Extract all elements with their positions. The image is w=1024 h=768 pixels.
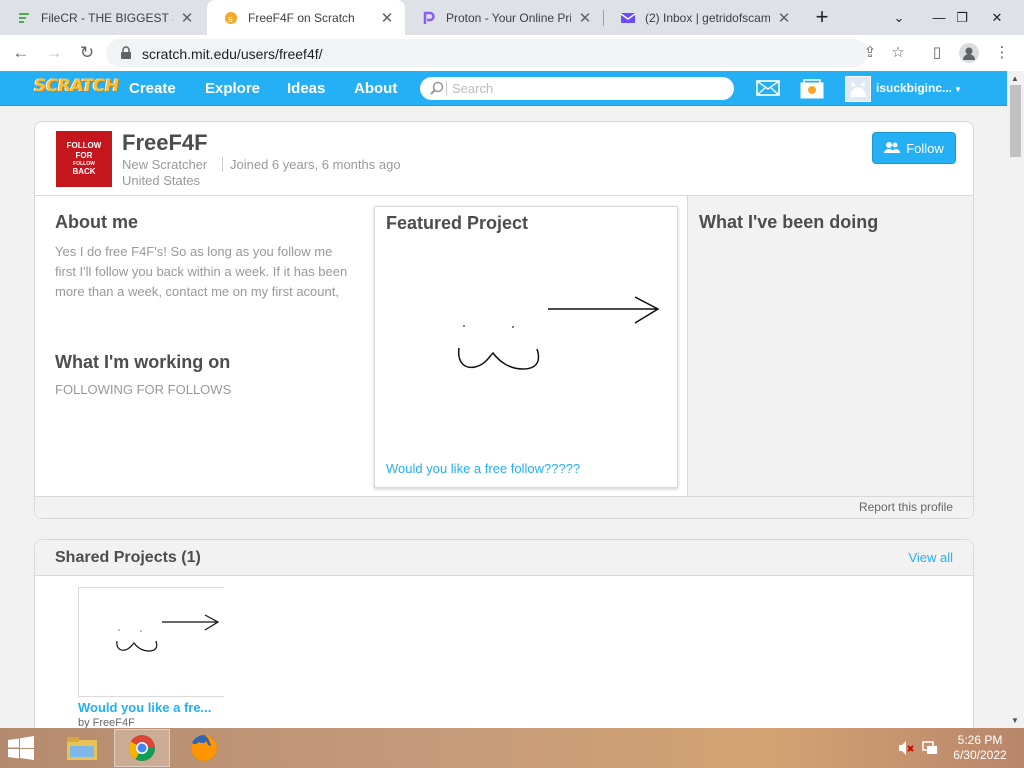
nav-about[interactable]: About <box>345 71 406 106</box>
scroll-down-icon[interactable]: ▼ <box>1011 716 1019 725</box>
report-profile-link[interactable]: Report this profile <box>859 500 953 514</box>
proton-icon <box>421 10 437 26</box>
scratch-logo[interactable]: SCRATCH <box>33 76 120 96</box>
username[interactable]: isuckbiginc... <box>876 71 952 106</box>
featured-project-link[interactable]: Would you like a free follow????? <box>386 461 580 476</box>
profile-icon[interactable] <box>957 41 981 65</box>
reload-button[interactable]: ↻ <box>75 41 99 65</box>
tab-title: FreeF4F on Scratch <box>248 10 355 25</box>
shared-projects-heading: Shared Projects (1) <box>55 549 201 566</box>
tab-freef4f[interactable]: ꞩ FreeF4F on Scratch ✕ <box>207 0 405 35</box>
profile-location: United States <box>122 173 201 188</box>
user-avatar[interactable] <box>845 76 871 102</box>
about-heading: About me <box>55 212 138 232</box>
working-on-text: FOLLOWING FOR FOLLOWS <box>55 382 232 397</box>
back-button[interactable]: ← <box>9 41 33 65</box>
search-separator <box>446 81 447 96</box>
nav-create[interactable]: Create <box>120 71 185 106</box>
file-explorer-icon[interactable] <box>54 729 110 767</box>
restore-button[interactable]: ❐ <box>945 0 979 35</box>
tab-title: Proton - Your Online Priv <box>446 10 571 25</box>
chevron-down-icon[interactable]: ▼ <box>954 85 962 94</box>
follow-label: Follow <box>906 140 944 156</box>
side-panel-icon[interactable]: ▯ <box>925 41 949 65</box>
project-title[interactable]: Would you like a fre... <box>78 700 211 715</box>
working-on-heading: What I'm working on <box>55 352 231 372</box>
my-stuff-icon[interactable] <box>800 79 824 99</box>
search-box <box>420 77 734 100</box>
tab-inbox[interactable]: (2) Inbox | getridofscamf ✕ <box>604 0 802 35</box>
about-section: About me Yes I do free F4F's! So as long… <box>55 212 355 302</box>
chrome-icon[interactable] <box>114 729 170 767</box>
project-author: by FreeF4F <box>78 717 135 728</box>
project-thumbnail[interactable] <box>78 587 224 697</box>
address-bar[interactable]: scratch.mit.edu/users/freef4f/ <box>106 39 868 67</box>
windows-taskbar: 5:26 PM 6/30/2022 <box>0 728 1024 768</box>
featured-heading: Featured Project <box>386 213 529 233</box>
clock-time: 5:26 PM <box>957 733 1003 747</box>
close-icon[interactable]: ✕ <box>577 9 593 27</box>
search-input[interactable] <box>452 79 722 98</box>
close-window-button[interactable]: ✕ <box>980 0 1014 35</box>
scrollbar-thumb[interactable] <box>1010 85 1021 157</box>
bookmark-star-icon[interactable]: ☆ <box>886 41 910 65</box>
view-all-link[interactable]: View all <box>908 550 953 565</box>
volume-muted-icon[interactable] <box>897 740 915 759</box>
shared-projects-header: Shared Projects (1) View all <box>35 540 973 576</box>
profile-username: FreeF4F <box>122 130 208 155</box>
avatar-text: FOR <box>75 151 93 160</box>
network-icon[interactable] <box>921 740 939 759</box>
close-icon[interactable]: ✕ <box>379 9 395 27</box>
profile-rank: New Scratcher <box>122 157 208 172</box>
start-button[interactable] <box>6 736 40 760</box>
working-on-section: What I'm working on FOLLOWING FOR FOLLOW… <box>55 352 231 400</box>
tab-title: (2) Inbox | getridofscamf <box>645 10 770 25</box>
firefox-icon[interactable] <box>176 729 232 767</box>
close-icon[interactable]: ✕ <box>179 9 195 27</box>
forward-button[interactable]: → <box>42 41 66 65</box>
mail-icon <box>620 10 636 26</box>
tab-title: FileCR - THE BIGGEST SO <box>41 10 173 25</box>
share-icon[interactable]: ⇪ <box>858 41 882 65</box>
url-text: scratch.mit.edu/users/freef4f/ <box>142 46 323 62</box>
tab-proton[interactable]: Proton - Your Online Priv ✕ <box>405 0 603 35</box>
scratch-navbar: SCRATCH Create Explore Ideas About isuck… <box>0 71 1007 106</box>
profile-header: FOLLOW FOR FOLLOW BACK FreeF4F New Scrat… <box>35 122 973 196</box>
about-text: Yes I do free F4F's! So as long as you f… <box>55 244 348 299</box>
nav-ideas[interactable]: Ideas <box>278 71 334 106</box>
messages-icon[interactable] <box>756 79 780 99</box>
close-icon[interactable]: ✕ <box>776 9 792 27</box>
nav-explore[interactable]: Explore <box>196 71 269 106</box>
filecr-icon <box>16 10 32 26</box>
search-icon <box>430 81 444 100</box>
scroll-up-icon[interactable]: ▲ <box>1011 74 1019 83</box>
tab-search-icon[interactable]: ⌄ <box>882 0 916 35</box>
vertical-scrollbar[interactable]: ▲ ▼ <box>1007 71 1024 728</box>
browser-toolbar: ← → ↻ scratch.mit.edu/users/freef4f/ ⇪ ☆… <box>0 35 1024 71</box>
svg-text:ꞩ: ꞩ <box>228 15 233 25</box>
follow-button[interactable]: Follow <box>872 132 956 164</box>
lock-icon <box>120 46 132 59</box>
featured-project: Featured Project Would you like a free f… <box>374 206 678 488</box>
new-tab-button[interactable]: + <box>810 4 834 30</box>
avatar-text: FOLLOW <box>66 141 102 150</box>
avatar-text: BACK <box>72 167 96 176</box>
activity-heading: What I've been doing <box>699 212 879 232</box>
system-clock[interactable]: 5:26 PM 6/30/2022 <box>950 733 1010 763</box>
add-user-icon <box>884 141 901 156</box>
browser-tab-strip: FileCR - THE BIGGEST SO ✕ ꞩ FreeF4F on S… <box>0 0 1024 35</box>
scratch-icon: ꞩ <box>223 10 239 26</box>
profile-joined: Joined 6 years, 6 months ago <box>222 157 401 172</box>
profile-avatar: FOLLOW FOR FOLLOW BACK <box>56 131 112 187</box>
shared-projects-box: Shared Projects (1) View all Would you l… <box>34 539 974 728</box>
featured-project-thumbnail[interactable] <box>375 237 677 437</box>
menu-kebab-icon[interactable]: ⋮ <box>990 41 1014 65</box>
tab-filecr[interactable]: FileCR - THE BIGGEST SO ✕ <box>0 0 205 35</box>
clock-date: 6/30/2022 <box>953 748 1007 762</box>
profile-footer: Report this profile <box>35 496 973 518</box>
profile-box: FOLLOW FOR FOLLOW BACK FreeF4F New Scrat… <box>34 121 974 519</box>
page-content: FOLLOW FOR FOLLOW BACK FreeF4F New Scrat… <box>0 106 1007 728</box>
activity-section: What I've been doing <box>687 196 973 496</box>
